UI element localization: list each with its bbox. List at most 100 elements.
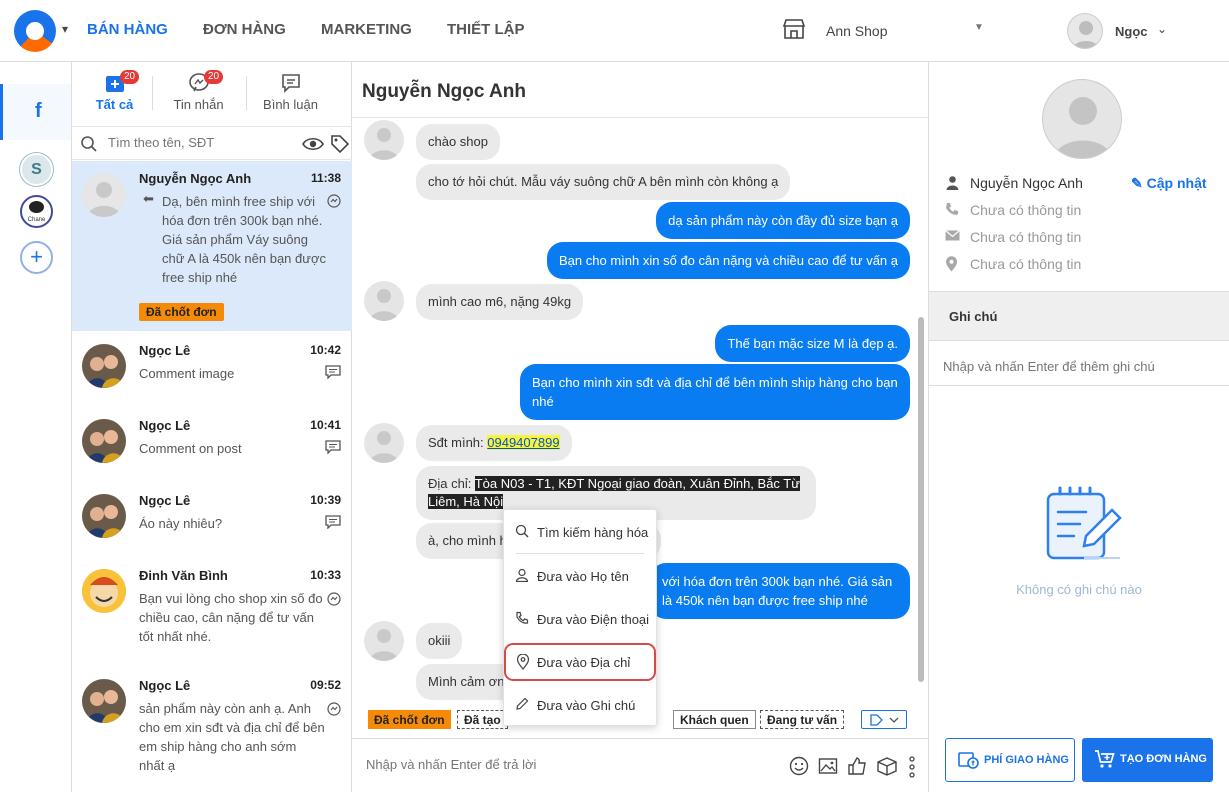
avatar [82, 419, 126, 463]
store-icon [782, 19, 806, 39]
conversation-item[interactable]: Ngọc Lê 10:39 Áo này nhiêu? [72, 481, 352, 556]
more-icon[interactable] [908, 756, 916, 778]
timestamp: 11:38 [310, 171, 341, 185]
chevron-down-icon[interactable]: ⌄ [1157, 22, 1167, 36]
customer-address: Chưa có thông tin [970, 256, 1082, 272]
add-tag-button[interactable] [861, 710, 907, 729]
nav-marketing[interactable]: MARKETING [321, 21, 412, 38]
tab-badge: 20 [120, 70, 140, 84]
message-incoming: Sđt mình: 0949407899 [416, 425, 572, 461]
search-input[interactable] [108, 135, 288, 150]
pencil-icon: ✎ [1131, 175, 1147, 191]
contact-name: Ngọc Lê [139, 343, 191, 358]
avatar [364, 281, 404, 321]
update-customer-button[interactable]: ✎ Cập nhật [1131, 175, 1207, 192]
message-preview: Dạ, bên mình free ship với hóa đơn trên … [162, 194, 326, 285]
scrollbar[interactable] [918, 317, 924, 682]
facebook-icon: f [35, 100, 42, 122]
channel-avatar-chanel[interactable]: Chane [20, 195, 53, 228]
emoji-icon[interactable] [789, 756, 809, 776]
channel-avatar-s[interactable]: S [20, 153, 53, 186]
menu-item-search-product[interactable]: Tìm kiếm hàng hóa [504, 513, 658, 551]
menu-item-label: Đưa vào Điện thoại [537, 612, 650, 627]
message-outgoing: Thế bạn mặc size M là đẹp ạ. [715, 325, 910, 362]
shop-selector[interactable]: Ann Shop [826, 23, 888, 39]
conversation-item[interactable]: Ngọc Lê 10:42 Comment image [72, 331, 352, 406]
product-box-icon[interactable] [876, 756, 898, 776]
message-preview: Áo này nhiêu? [139, 516, 223, 531]
shipping-fee-button[interactable]: PHÍ GIAO HÀNG [945, 738, 1075, 782]
user-name[interactable]: Ngọc [1115, 24, 1148, 39]
tag-chip[interactable]: Khách quen [673, 710, 756, 729]
conversation-item[interactable]: Ngọc Lê 10:41 Comment on post [72, 406, 352, 481]
customer-phone: Chưa có thông tin [970, 202, 1082, 218]
add-channel-button[interactable]: + [20, 241, 53, 274]
tag-chip[interactable]: Đã tạo [457, 710, 508, 729]
messenger-icon [327, 194, 341, 208]
menu-item-set-address[interactable]: Đưa vào Địa chỉ [504, 643, 656, 681]
notes-header: Ghi chú [929, 291, 1229, 341]
tag-chip[interactable]: Đã chốt đơn [368, 710, 451, 729]
tab-comments[interactable]: Bình luận [248, 72, 333, 112]
tag-icon[interactable] [330, 134, 350, 154]
conversation-item[interactable]: Đinh Văn Bình 10:33 Bạn vui lòng cho sho… [72, 556, 352, 666]
menu-item-set-name[interactable]: Đưa vào Họ tên [504, 557, 658, 595]
selected-address-text[interactable]: Tòa N03 - T1, KĐT Ngoại giao đoàn, Xuân … [428, 476, 800, 509]
facebook-channel[interactable]: f [0, 84, 71, 140]
conversation-list: 20 Tất cả 20 Tin nhắn Bình luận Nguyễn N… [72, 62, 352, 792]
nav-thiet-lap[interactable]: THIẾT LẬP [447, 21, 525, 38]
timestamp: 10:33 [310, 568, 341, 582]
timestamp: 09:52 [310, 678, 341, 692]
eye-icon[interactable] [302, 135, 324, 153]
create-order-button[interactable]: TẠO ĐƠN HÀNG [1082, 738, 1213, 782]
menu-item-set-note[interactable]: Đưa vào Ghi chú [504, 686, 658, 724]
avatar [82, 173, 126, 217]
like-icon[interactable] [847, 756, 867, 776]
notes-input[interactable] [943, 359, 1213, 374]
message-outgoing: dạ sản phẩm này còn đầy đủ size bạn ạ [656, 202, 910, 239]
timestamp: 10:42 [310, 343, 341, 357]
message-preview: sản phẩm này còn anh ạ. Anh cho em xin s… [139, 701, 325, 773]
divider [152, 76, 153, 110]
app-logo[interactable] [14, 10, 56, 52]
button-label: PHÍ GIAO HÀNG [984, 754, 1069, 766]
top-bar: ▾ BÁN HÀNG ĐƠN HÀNG MARKETING THIẾT LẬP … [0, 0, 1229, 62]
avatar [364, 423, 404, 463]
contact-name: Ngọc Lê [139, 678, 191, 693]
tag-chip[interactable]: Đang tư vấn [760, 710, 845, 729]
customer-panel: Nguyễn Ngọc Anh ✎ Cập nhật Chưa có thông… [928, 62, 1229, 792]
avatar [82, 569, 126, 613]
conversation-item[interactable]: Nguyễn Ngọc Anh 11:38 ⬅ Dạ, bên mình fre… [72, 161, 352, 331]
reply-input[interactable] [366, 757, 746, 772]
divider [246, 76, 247, 110]
chevron-down-icon[interactable]: ▾ [62, 22, 68, 36]
menu-item-set-phone[interactable]: Đưa vào Điện thoại [504, 600, 658, 638]
email-icon [945, 230, 960, 241]
avatar [82, 494, 126, 538]
tab-messages[interactable]: 20 Tin nhắn [156, 70, 241, 112]
messenger-icon: 20 [156, 70, 241, 94]
message-prefix: Địa chỉ: [428, 476, 475, 491]
messenger-icon [327, 592, 341, 606]
phone-link[interactable]: 0949407899 [487, 435, 560, 450]
avatar [82, 344, 126, 388]
tab-all[interactable]: 20 Tất cả [72, 70, 157, 112]
conversation-item[interactable]: Ngọc Lê 09:52 sản phẩm này còn anh ạ. An… [72, 666, 352, 792]
menu-item-label: Đưa vào Họ tên [537, 569, 629, 584]
pencil-icon [516, 697, 529, 710]
avatar [364, 621, 404, 661]
nav-ban-hang[interactable]: BÁN HÀNG [87, 21, 168, 38]
inbox-icon: 20 [72, 70, 157, 94]
search-icon [81, 136, 97, 152]
contact-name: Đinh Văn Bình [139, 568, 228, 583]
context-menu: Tìm kiếm hàng hóa Đưa vào Họ tên Đưa vào… [503, 509, 657, 726]
contact-name: Ngọc Lê [139, 493, 191, 508]
menu-item-label: Đưa vào Địa chỉ [537, 655, 631, 670]
nav-don-hang[interactable]: ĐƠN HÀNG [203, 21, 286, 38]
reply-bar [352, 738, 928, 792]
image-icon[interactable] [818, 756, 838, 776]
caret-down-icon[interactable]: ▼ [974, 22, 984, 33]
user-avatar[interactable] [1067, 13, 1103, 49]
contact-name: Nguyễn Ngọc Anh [139, 171, 252, 186]
divider [516, 553, 644, 554]
